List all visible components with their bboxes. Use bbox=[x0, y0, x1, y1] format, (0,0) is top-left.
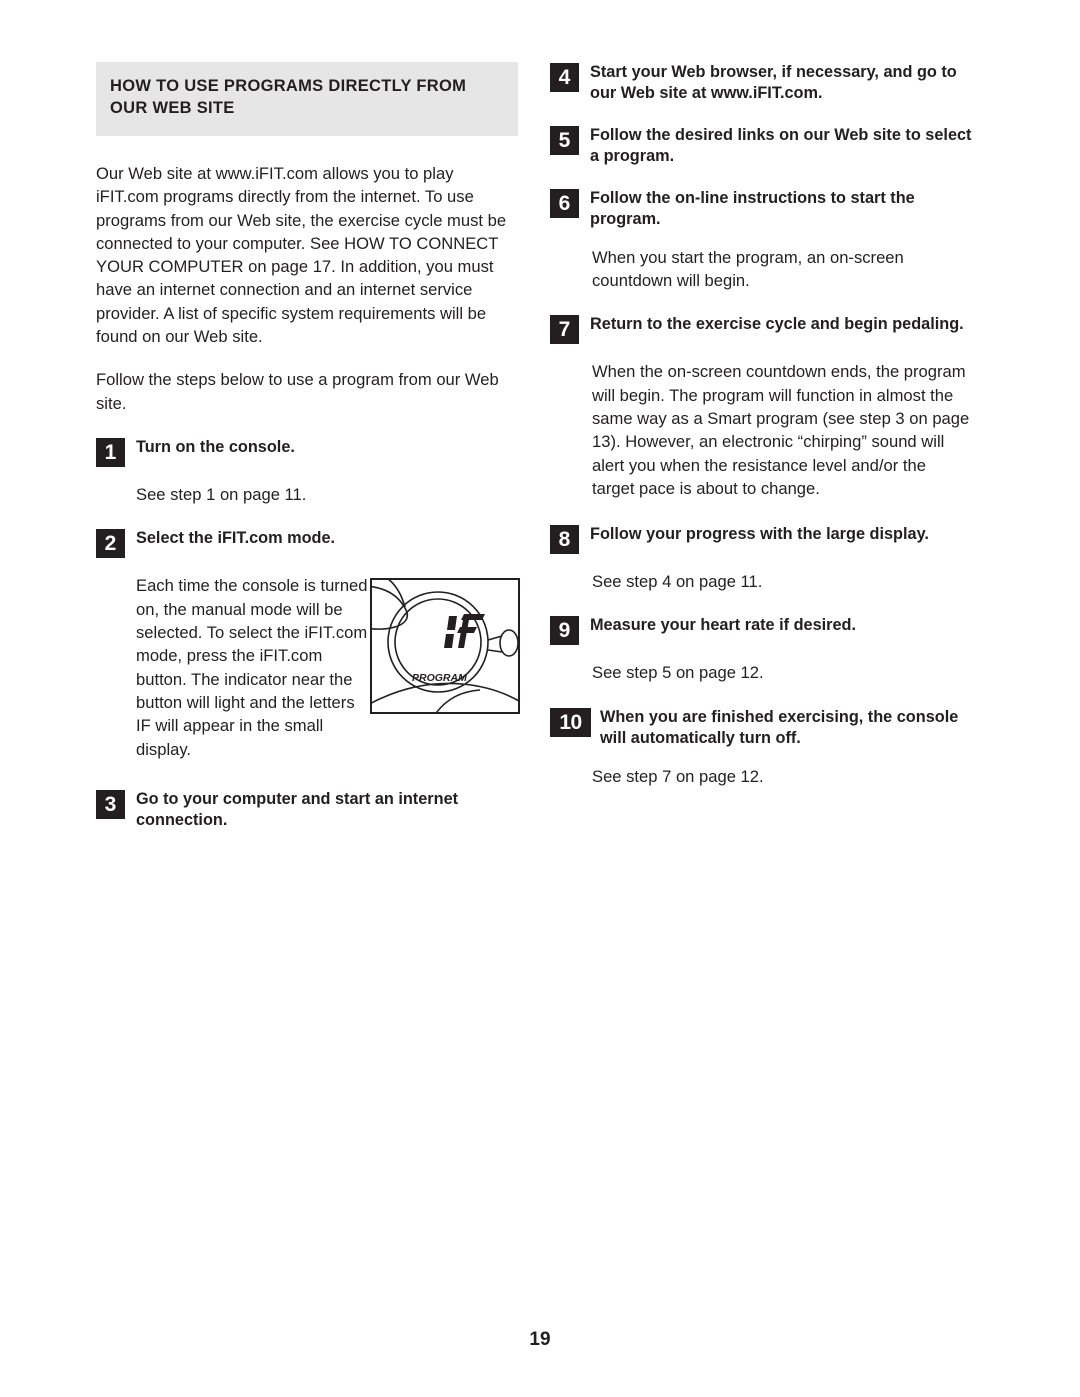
step-body-1: See step 1 on page 11. bbox=[136, 485, 307, 504]
step-2-content: Each time the console is turned on, the … bbox=[136, 574, 520, 761]
intro-paragraph: Our Web site at www.iFIT.com allows you … bbox=[96, 163, 507, 347]
step-body-2: Each time the console is turned on, the … bbox=[136, 576, 368, 759]
step-item-5: 5 Follow the desired links on our Web si… bbox=[550, 125, 972, 167]
step-body-9: See step 5 on page 12. bbox=[592, 663, 764, 683]
step-item-4: 4 Start your Web browser, if necessary, … bbox=[550, 62, 972, 104]
step-item-3: 3 Go to your computer and start an inter… bbox=[96, 789, 518, 831]
left-column: HOW TO USE PROGRAMS DIRECTLY FROM OUR WE… bbox=[96, 62, 520, 831]
step-title-3: Go to your computer and start an interne… bbox=[136, 789, 459, 829]
page-number: 19 bbox=[529, 1329, 551, 1350]
step-item-6: 6 Follow the on-line instructions to sta… bbox=[550, 188, 972, 230]
right-column: 4 Start your Web browser, if necessary, … bbox=[550, 62, 972, 788]
step-number-badge-8: 8 bbox=[550, 525, 579, 555]
step-number-badge-9: 9 bbox=[550, 616, 579, 646]
step-number-badge-10: 10 bbox=[550, 707, 591, 737]
step-title-2: Select the iFIT.com mode. bbox=[136, 529, 336, 548]
step-item-10: 10 When you are finished exercising, the… bbox=[550, 707, 972, 749]
step-item-9: 9 Measure your heart rate if desired. bbox=[550, 615, 972, 646]
console-illustration-svg: PROGRAM bbox=[372, 580, 518, 713]
step-number-badge-3: 3 bbox=[96, 789, 125, 819]
step-number-badge-2: 2 bbox=[96, 529, 125, 559]
step-number-badge-6: 6 bbox=[550, 188, 579, 218]
step-title-6: Follow the on-line instructions to start… bbox=[590, 188, 915, 228]
page-title: HOW TO USE PROGRAMS DIRECTLY FROM OUR WE… bbox=[110, 77, 467, 117]
step-body-7: When the on-screen countdown ends, the p… bbox=[592, 362, 970, 498]
step-title-5: Follow the desired links on our Web site… bbox=[590, 125, 972, 165]
step-body-8: See step 4 on page 11. bbox=[592, 572, 763, 592]
step-title-8: Follow your progress with the large disp… bbox=[590, 525, 929, 544]
step-title-7: Return to the exercise cycle and begin p… bbox=[590, 315, 964, 334]
manual-page: HOW TO USE PROGRAMS DIRECTLY FROM OUR WE… bbox=[0, 0, 1080, 1397]
step-number-badge-1: 1 bbox=[96, 438, 125, 467]
step-number-badge-5: 5 bbox=[550, 125, 579, 155]
step-item-7: 7 Return to the exercise cycle and begin… bbox=[550, 314, 972, 345]
step-item-2: 2 Select the iFIT.com mode. bbox=[96, 528, 518, 559]
step-item-1: 1 Turn on the console. bbox=[96, 437, 518, 467]
step-title-1: Turn on the console. bbox=[136, 438, 295, 456]
step-title-9: Measure your heart rate if desired. bbox=[590, 616, 857, 635]
instruction-paragraph: Follow the steps below to use a program … bbox=[96, 370, 499, 413]
step-item-8: 8 Follow your progress with the large di… bbox=[550, 524, 972, 555]
lcd-display-label: PROGRAM bbox=[412, 672, 467, 684]
step-title-10: When you are finished exercising, the co… bbox=[600, 707, 959, 747]
step-body-6: When you start the program, an on-screen… bbox=[592, 247, 904, 290]
step-number-badge-7: 7 bbox=[550, 315, 579, 345]
console-display-figure: PROGRAM bbox=[370, 578, 520, 715]
section-header-band: HOW TO USE PROGRAMS DIRECTLY FROM OUR WE… bbox=[96, 62, 518, 136]
step-number-badge-4: 4 bbox=[550, 63, 579, 92]
step-title-4: Start your Web browser, if necessary, an… bbox=[590, 63, 957, 102]
step-body-10: See step 7 on page 12. bbox=[592, 766, 764, 786]
